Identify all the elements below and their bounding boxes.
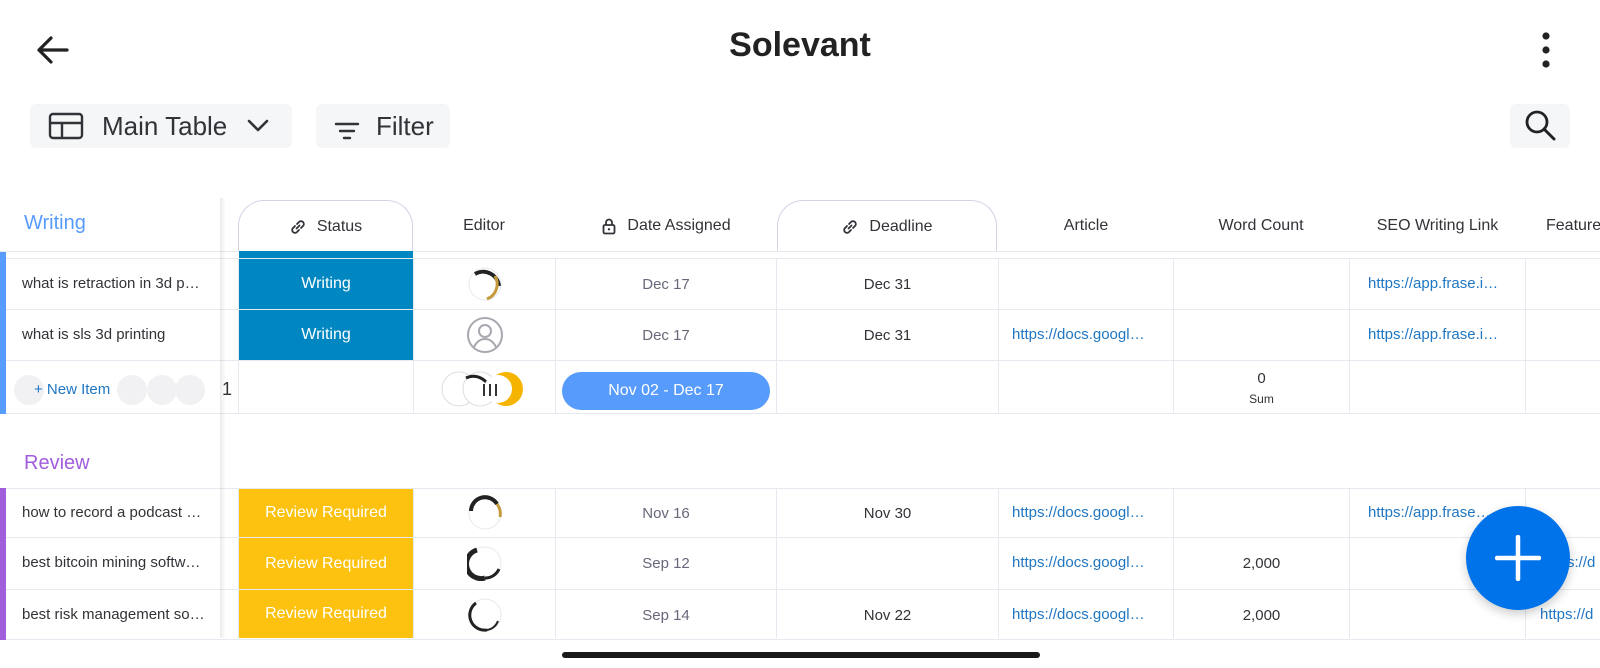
status-cell[interactable]: Review Required: [239, 538, 413, 589]
more-options-button[interactable]: [1526, 28, 1566, 72]
editor-cell[interactable]: [414, 488, 555, 538]
article-cell[interactable]: [999, 259, 1173, 309]
column-header-seo-link-label: SEO Writing Link: [1376, 217, 1499, 234]
column-header-status[interactable]: Status: [238, 200, 413, 252]
word-count-sum-label: Sum: [1249, 392, 1274, 406]
column-header-seo-link[interactable]: SEO Writing Link: [1350, 200, 1525, 252]
date-assigned-cell[interactable]: Dec 17: [556, 259, 776, 309]
view-label: Main Table: [102, 110, 228, 141]
article-link[interactable]: https://docs.googl…: [1012, 590, 1162, 640]
editor-cell[interactable]: [414, 310, 555, 360]
word-count-sum-value: 0: [1257, 370, 1266, 387]
editor-summary: [414, 364, 555, 414]
article-link[interactable]: https://docs.googl…: [1012, 538, 1162, 588]
item-name[interactable]: what is sls 3d printing: [22, 310, 212, 360]
empty-avatar-icon: [466, 317, 503, 353]
search-icon: [1525, 110, 1556, 141]
item-name[interactable]: best risk management so…: [22, 590, 212, 640]
deadline-cell[interactable]: Dec 31: [777, 259, 998, 309]
item-name[interactable]: best bitcoin mining softw…: [22, 538, 212, 588]
main-table-view-button[interactable]: Main Table: [30, 104, 292, 148]
column-header-deadline-label: Deadline: [869, 217, 933, 235]
word-count-cell[interactable]: 2,000: [1174, 538, 1349, 588]
add-item-fab[interactable]: [1466, 506, 1570, 610]
date-assigned-cell[interactable]: Dec 17: [556, 310, 776, 360]
column-header-date-assigned-label: Date Assigned: [627, 217, 731, 234]
status-cell[interactable]: Writing: [239, 310, 413, 360]
item-name[interactable]: what is retraction in 3d p…: [22, 259, 212, 309]
status-cell[interactable]: Writing: [239, 259, 413, 309]
lock-icon: [601, 217, 617, 235]
group-color-bar-writing: [0, 252, 6, 414]
back-button[interactable]: [30, 28, 74, 72]
deadline-cell[interactable]: Dec 31: [777, 310, 998, 360]
column-header-article-label: Article: [1063, 217, 1109, 234]
editor-cell[interactable]: [414, 590, 555, 640]
date-assigned-cell[interactable]: Sep 12: [556, 538, 776, 588]
column-header-date-assigned[interactable]: Date Assigned: [556, 200, 776, 252]
column-header-word-count[interactable]: Word Count: [1174, 200, 1348, 252]
word-count-cell[interactable]: 2,000: [1174, 590, 1349, 640]
column-header-feature[interactable]: Feature: [1526, 200, 1600, 252]
plus-icon: [1495, 535, 1541, 581]
group-title-writing[interactable]: Writing: [24, 212, 86, 235]
date-assigned-cell[interactable]: Sep 14: [556, 590, 776, 640]
word-count-cell[interactable]: [1174, 310, 1349, 360]
deadline-cell[interactable]: [777, 538, 998, 588]
column-header-feature-label: Feature: [1546, 217, 1600, 234]
seo-link-cell[interactable]: https://app.frase.i…: [1368, 310, 1513, 360]
word-count-cell[interactable]: [1174, 259, 1349, 309]
more-vertical-icon: [1542, 32, 1550, 68]
column-header-deadline[interactable]: Deadline: [777, 200, 997, 252]
article-link[interactable]: https://docs.googl…: [1012, 310, 1162, 360]
date-assigned-cell[interactable]: Nov 16: [556, 488, 776, 538]
editor-cell[interactable]: [414, 538, 555, 588]
search-button[interactable]: [1510, 104, 1570, 148]
deadline-cell[interactable]: Nov 22: [777, 590, 998, 640]
home-indicator: [562, 652, 1040, 658]
filter-button[interactable]: Filter: [316, 104, 450, 148]
editor-avatar: [468, 267, 501, 301]
editor-cell[interactable]: [414, 259, 555, 309]
link-icon: [289, 218, 307, 236]
link-icon: [841, 218, 859, 236]
group-title-review[interactable]: Review: [24, 452, 90, 475]
new-item-button[interactable]: + New Item: [34, 364, 154, 414]
column-header-editor-label: Editor: [463, 217, 505, 234]
status-cell[interactable]: Review Required: [239, 590, 413, 638]
top-bar: [0, 0, 1600, 100]
column-header-word-count-label: Word Count: [1218, 217, 1304, 234]
filter-label: Filter: [376, 110, 434, 141]
item-name[interactable]: how to record a podcast …: [22, 488, 212, 538]
seo-link-cell[interactable]: https://app.frase.i…: [1368, 259, 1513, 309]
editor-avatar: [468, 495, 502, 530]
article-link[interactable]: https://docs.googl…: [1012, 488, 1162, 538]
date-range-summary[interactable]: Nov 02 - Dec 17: [562, 372, 770, 410]
arrow-left-icon: [37, 36, 69, 64]
filter-icon: [334, 122, 360, 140]
status-cell[interactable]: Review Required: [239, 489, 413, 537]
editor-avatar: [466, 546, 501, 581]
editor-avatar-stack: [441, 371, 523, 407]
group-color-bar-review: [0, 488, 6, 640]
column-header-status-label: Status: [316, 217, 363, 235]
chevron-down-icon: [247, 119, 269, 132]
table-icon: [48, 112, 84, 140]
deadline-cell[interactable]: Nov 30: [777, 488, 998, 538]
word-count-cell[interactable]: [1174, 488, 1349, 538]
editor-avatar: [467, 598, 501, 632]
frozen-column-shadow: [220, 198, 226, 638]
column-header-editor[interactable]: Editor: [414, 200, 554, 252]
column-header-article[interactable]: Article: [999, 200, 1173, 252]
